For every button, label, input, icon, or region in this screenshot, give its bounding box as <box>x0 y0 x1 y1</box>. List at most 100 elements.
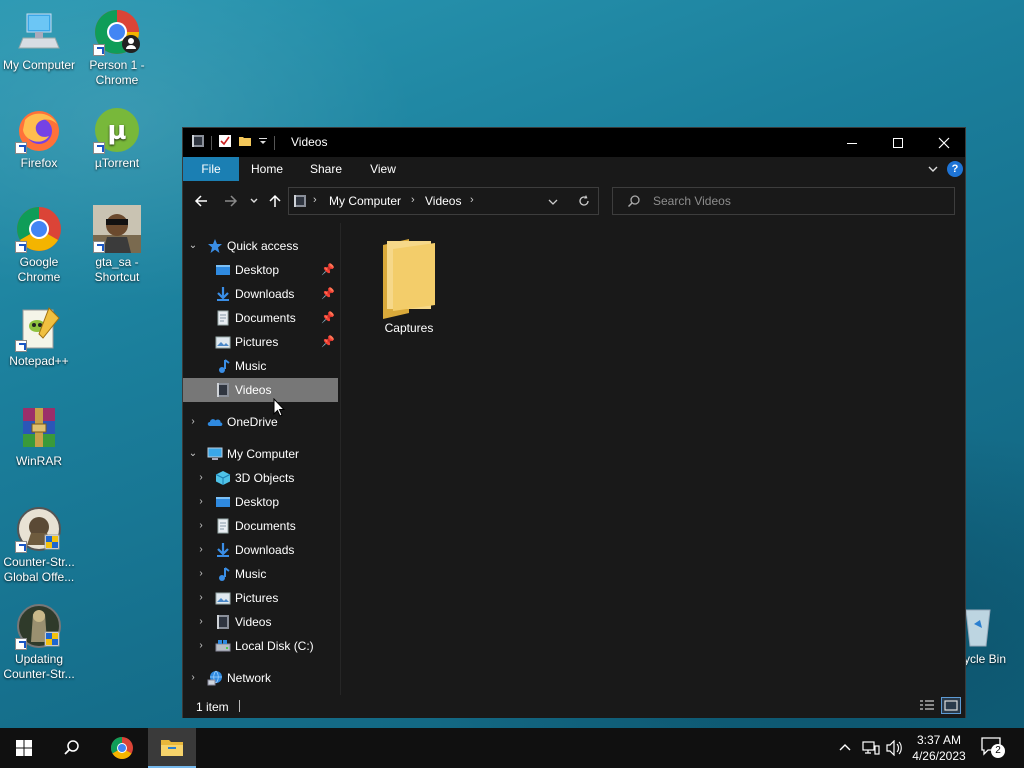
nav-local-disk-c[interactable]: › Local Disk (C:) <box>183 634 338 658</box>
tab-home[interactable]: Home <box>245 157 289 181</box>
taskbar-chrome-button[interactable] <box>98 728 146 768</box>
desktop-icon-gta-sa[interactable]: gta_sa - Shortcut <box>78 205 156 285</box>
nav-downloads[interactable]: › Downloads <box>183 538 338 562</box>
breadcrumb-chevron-icon[interactable]: › <box>313 194 317 206</box>
tab-share[interactable]: Share <box>304 157 348 181</box>
back-button[interactable] <box>193 193 209 212</box>
breadcrumb-chevron-icon[interactable]: › <box>411 194 415 206</box>
nav-network[interactable]: › Network <box>183 666 338 690</box>
network-status-icon[interactable] <box>862 740 880 759</box>
minimize-button[interactable] <box>829 128 875 157</box>
title-bar[interactable]: Videos <box>183 128 965 157</box>
chevron-right-icon[interactable]: › <box>195 538 207 562</box>
tab-file[interactable]: File <box>183 157 239 181</box>
address-bar[interactable]: › My Computer › Videos › <box>288 187 599 215</box>
nav-onedrive[interactable]: › OneDrive <box>183 410 338 434</box>
forward-button[interactable] <box>223 193 239 212</box>
mouse-cursor-icon <box>273 397 286 420</box>
tab-view[interactable]: View <box>361 157 405 181</box>
chevron-right-icon[interactable]: › <box>195 562 207 586</box>
help-icon[interactable]: ? <box>947 161 963 177</box>
chevron-right-icon[interactable]: › <box>195 586 207 610</box>
breadcrumb-my-computer[interactable]: My Computer <box>329 194 401 208</box>
new-folder-icon[interactable] <box>238 134 252 151</box>
nav-quick-downloads[interactable]: Downloads 📌 <box>183 282 338 306</box>
nav-documents[interactable]: › Documents <box>183 514 338 538</box>
desktop-icon-utorrent[interactable]: µ µTorrent <box>78 106 156 171</box>
desktop-icon-my-computer[interactable]: My Computer <box>0 8 78 73</box>
nav-3d-objects[interactable]: › 3D Objects <box>183 466 338 490</box>
volume-icon[interactable] <box>886 739 904 759</box>
nav-quick-music[interactable]: Music <box>183 354 338 378</box>
refresh-icon[interactable] <box>577 194 591 211</box>
close-button[interactable] <box>921 128 967 157</box>
pin-icon[interactable]: 📌 <box>321 258 335 282</box>
start-button[interactable] <box>0 728 48 768</box>
clock[interactable]: 3:37 AM 4/26/2023 <box>908 732 970 764</box>
nav-quick-documents[interactable]: Documents 📌 <box>183 306 338 330</box>
quick-access-toolbar <box>191 134 275 151</box>
nav-label: My Computer <box>227 447 300 461</box>
desktop-icon-google-chrome[interactable]: Google Chrome <box>0 205 78 285</box>
properties-icon[interactable] <box>218 134 232 151</box>
nav-quick-desktop[interactable]: Desktop 📌 <box>183 258 338 282</box>
details-view-icon[interactable] <box>919 699 935 716</box>
desktop-folder-icon <box>215 262 231 278</box>
chevron-right-icon[interactable]: › <box>195 490 207 514</box>
file-item-label: Captures <box>384 321 434 335</box>
customize-toolbar-icon[interactable] <box>258 134 268 151</box>
nav-quick-access[interactable]: ⌄ Quick access <box>183 234 338 258</box>
nav-label: Pictures <box>235 591 279 605</box>
search-button[interactable] <box>48 728 96 768</box>
breadcrumb-videos[interactable]: Videos <box>425 194 461 208</box>
recent-locations-button[interactable] <box>249 195 259 210</box>
chevron-down-icon[interactable]: ⌄ <box>187 442 199 466</box>
desktop-icon-notepadpp[interactable]: Notepad++ <box>0 304 78 369</box>
taskbar-file-explorer-button[interactable] <box>148 728 196 768</box>
chevron-right-icon[interactable]: › <box>195 610 207 634</box>
music-icon <box>215 358 231 374</box>
large-icons-view-icon[interactable] <box>941 697 961 714</box>
chevron-right-icon[interactable]: › <box>195 634 207 658</box>
desktop-icon-firefox[interactable]: Firefox <box>0 106 78 171</box>
desktop-icon-winrar[interactable]: WinRAR <box>0 404 78 469</box>
action-center-button[interactable]: 2 <box>980 736 1008 762</box>
file-item-captures[interactable]: Captures <box>373 235 445 335</box>
pin-icon[interactable]: 📌 <box>321 330 335 354</box>
up-button[interactable] <box>267 193 283 212</box>
desktop-icon-person1-chrome[interactable]: Person 1 - Chrome <box>78 8 156 88</box>
chevron-down-icon[interactable]: ⌄ <box>187 234 199 258</box>
pin-icon[interactable]: 📌 <box>321 282 335 306</box>
clock-date: 4/26/2023 <box>912 749 966 763</box>
nav-quick-pictures[interactable]: Pictures 📌 <box>183 330 338 354</box>
desktop-icon-label: My Computer <box>2 58 76 72</box>
show-hidden-icons-button[interactable] <box>838 740 852 757</box>
nav-desktop[interactable]: › Desktop <box>183 490 338 514</box>
chevron-right-icon[interactable]: › <box>187 410 199 434</box>
address-dropdown-icon[interactable] <box>547 196 559 210</box>
chevron-right-icon[interactable]: › <box>195 514 207 538</box>
separator <box>274 135 275 150</box>
notepadpp-icon <box>15 304 63 352</box>
chevron-right-icon[interactable]: › <box>195 466 207 490</box>
search-icon <box>64 740 79 755</box>
search-box[interactable]: Search Videos <box>612 187 955 215</box>
pin-icon[interactable]: 📌 <box>321 306 335 330</box>
windows-logo-icon <box>16 740 32 756</box>
expand-ribbon-icon[interactable] <box>927 163 939 178</box>
desktop-icon-label: Updating Counter-Str... <box>3 652 75 681</box>
nav-music[interactable]: › Music <box>183 562 338 586</box>
nav-pictures[interactable]: › Pictures <box>183 586 338 610</box>
chevron-right-icon[interactable]: › <box>187 666 199 690</box>
nav-videos[interactable]: › Videos <box>183 610 338 634</box>
file-list-area[interactable]: Captures <box>341 223 965 695</box>
notification-badge: 2 <box>991 744 1005 758</box>
nav-quick-videos[interactable]: Videos <box>183 378 338 402</box>
nav-my-computer[interactable]: ⌄ My Computer <box>183 442 338 466</box>
videos-icon <box>215 614 231 630</box>
desktop-icon-csgo[interactable]: Counter-Str... Global Offe... <box>0 505 78 585</box>
desktop-icon-updating-csgo[interactable]: Updating Counter-Str... <box>0 602 78 682</box>
maximize-button[interactable] <box>875 128 921 157</box>
documents-icon <box>215 518 231 534</box>
breadcrumb-chevron-icon[interactable]: › <box>470 194 474 206</box>
